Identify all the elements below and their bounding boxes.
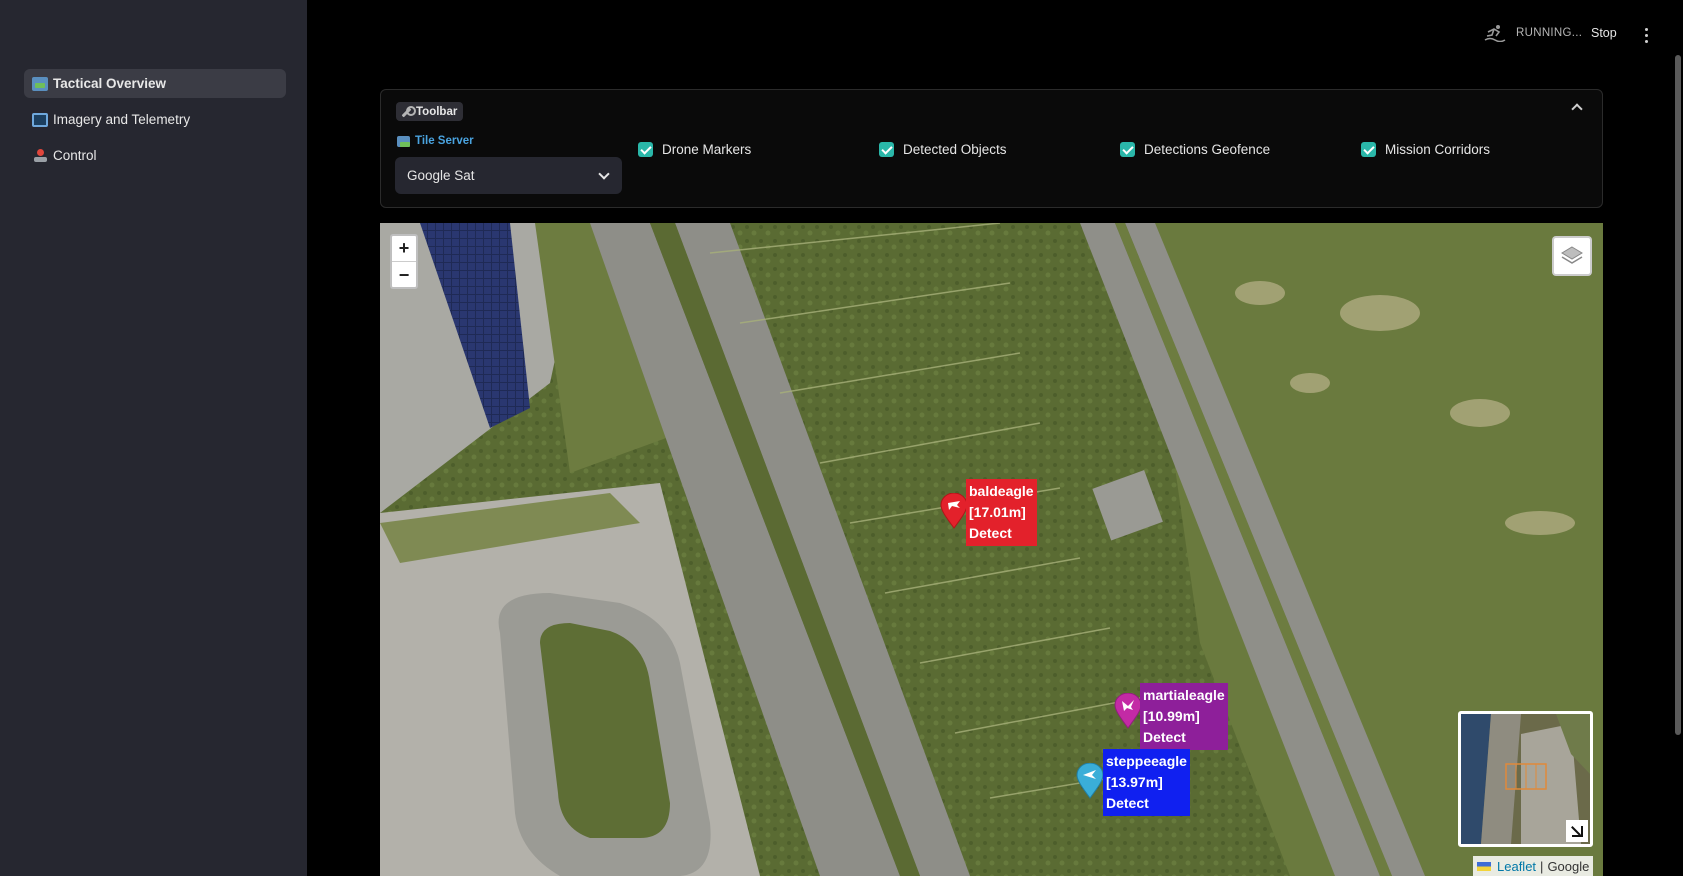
joystick-icon — [32, 148, 48, 163]
zoom-out-button[interactable]: − — [392, 262, 416, 288]
kebab-menu-icon — [1644, 27, 1648, 31]
google-attribution: Google — [1547, 858, 1590, 874]
map-icon — [32, 76, 48, 91]
drone-label-baldeagle[interactable]: baldeagle [17.01m] Detect — [966, 479, 1037, 546]
status-text: RUNNING... — [1516, 27, 1583, 39]
zoom-in-button[interactable]: + — [392, 236, 416, 262]
drone-label-martialeagle[interactable]: martialeagle [10.99m] Detect — [1140, 683, 1228, 750]
sidebar: Tactical Overview Imagery and Telemetry … — [0, 0, 307, 876]
sidebar-nav: Tactical Overview Imagery and Telemetry … — [24, 69, 286, 177]
chevron-down-icon — [598, 168, 610, 180]
drone-marker-martialeagle[interactable] — [1114, 693, 1142, 729]
tile-server-value: Google Sat — [407, 168, 475, 183]
sidebar-item-label: Tactical Overview — [53, 76, 167, 91]
drone-altitude: [10.99m] — [1143, 708, 1200, 724]
layers-control-button[interactable] — [1552, 236, 1592, 276]
layers-icon — [1561, 246, 1583, 264]
sidebar-item-label: Imagery and Telemetry — [53, 112, 191, 127]
map-attribution: Leaflet | Google — [1473, 856, 1594, 876]
drone-label-steppeeagle[interactable]: steppeeagle [13.97m] Detect — [1103, 749, 1190, 816]
main-menu-button[interactable] — [1638, 20, 1654, 50]
drone-marker-steppeeagle[interactable] — [1076, 763, 1104, 799]
wrench-icon — [400, 105, 416, 118]
checkbox-checked-icon — [638, 142, 653, 157]
tv-icon — [32, 112, 48, 127]
toolbar-title: Toolbar — [396, 102, 464, 121]
checkbox-checked-icon — [1361, 142, 1376, 157]
running-icon — [1484, 25, 1506, 42]
checkbox-checked-icon — [879, 142, 894, 157]
map-view[interactable]: + − baldeagle [17.01m] Detect martialeag… — [380, 223, 1603, 876]
checkbox-label: Mission Corridors — [1385, 142, 1491, 157]
drone-name: martialeagle — [1143, 687, 1225, 703]
drone-altitude: [17.01m] — [969, 504, 1026, 520]
tile-server-label: Tile Server — [397, 135, 474, 147]
toolbar-title-text: Toolbar — [416, 105, 458, 118]
drone-name: baldeagle — [969, 483, 1034, 499]
drone-name: steppeeagle — [1106, 753, 1187, 769]
sidebar-item-imagery-telemetry[interactable]: Imagery and Telemetry — [24, 105, 286, 134]
satellite-imagery — [380, 223, 1603, 876]
tile-server-label-text: Tile Server — [415, 135, 474, 147]
zoom-control: + − — [390, 234, 418, 289]
drone-mode: Detect — [969, 525, 1012, 541]
checkbox-detected-objects[interactable]: Detected Objects — [879, 142, 1007, 157]
stop-button[interactable]: Stop — [1591, 26, 1617, 40]
page-scrollbar[interactable] — [1675, 55, 1681, 735]
checkbox-label: Drone Markers — [662, 142, 752, 157]
checkbox-label: Detections Geofence — [1144, 142, 1271, 157]
attribution-separator: | — [1540, 858, 1544, 874]
sidebar-item-tactical-overview[interactable]: Tactical Overview — [24, 69, 286, 98]
ukraine-flag-icon — [1477, 861, 1491, 871]
checkbox-checked-icon — [1120, 142, 1135, 157]
drone-mode: Detect — [1143, 729, 1186, 745]
sidebar-item-control[interactable]: Control — [24, 141, 286, 170]
tile-server-select[interactable]: Google Sat — [395, 157, 622, 194]
minimap[interactable] — [1458, 711, 1593, 847]
checkbox-drone-markers[interactable]: Drone Markers — [638, 142, 751, 157]
leaflet-link[interactable]: Leaflet — [1497, 859, 1536, 874]
drone-mode: Detect — [1106, 795, 1149, 811]
checkbox-label: Detected Objects — [903, 142, 1007, 157]
drone-marker-baldeagle[interactable] — [940, 493, 968, 529]
drone-altitude: [13.97m] — [1106, 774, 1163, 790]
sidebar-item-label: Control — [53, 148, 97, 163]
checkbox-mission-corridors[interactable]: Mission Corridors — [1361, 142, 1490, 157]
checkbox-detections-geofence[interactable]: Detections Geofence — [1120, 142, 1270, 157]
map-icon — [397, 135, 410, 147]
toolbar-panel: Toolbar Tile Server Google Sat Drone Mar… — [380, 89, 1603, 208]
running-status: RUNNING... — [1484, 24, 1582, 42]
collapse-toolbar-button[interactable] — [1570, 100, 1584, 114]
minimap-toggle-button[interactable] — [1566, 820, 1588, 842]
